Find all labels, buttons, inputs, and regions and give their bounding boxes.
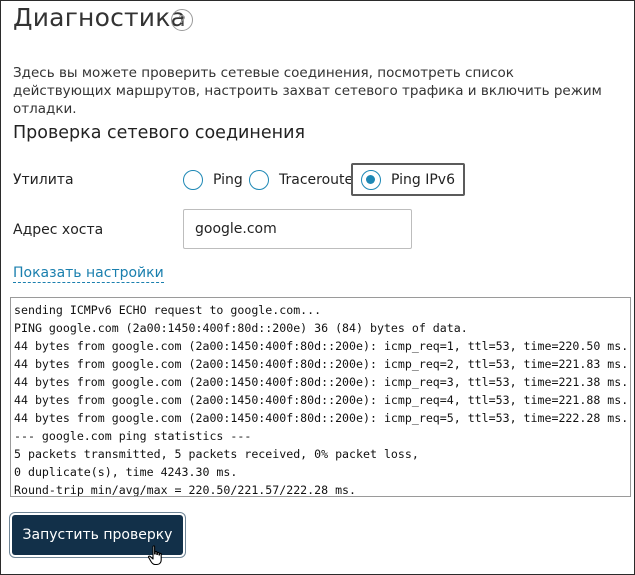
hand-pointer-icon [147,545,162,566]
radio-checked-icon[interactable] [361,169,381,190]
help-icon[interactable]: ? [171,9,193,31]
output-line: sending ICMPv6 ECHO request to google.co… [14,303,322,317]
utility-label: Утилита [13,172,74,188]
radio-traceroute-label: Traceroute [279,172,354,188]
radio-circle-icon[interactable] [249,170,269,190]
output-line: 44 bytes from google.com (2a00:1450:400f… [14,375,629,390]
radio-ping-ipv6-label: Ping IPv6 [391,171,455,188]
output-line: 5 packets transmitted, 5 packets receive… [14,447,419,462]
page-title: Диагностика [13,3,187,32]
output-line: --- google.com ping statistics --- [14,429,252,444]
radio-traceroute[interactable]: Traceroute [249,165,353,195]
output-line: PING google.com (2a00:1450:400f:80d::200… [14,321,468,336]
page-description: Здесь вы можете проверить сетевые соедин… [13,65,602,117]
output-line: 44 bytes from google.com (2a00:1450:400f… [14,411,629,426]
host-input[interactable] [183,209,412,249]
radio-ping-ipv6[interactable]: Ping IPv6 [351,163,465,196]
radio-ping[interactable]: Ping [183,165,243,195]
output-line: 0 duplicate(s), time 4243.30 ms. [14,465,238,480]
host-label: Адрес хоста [13,222,104,238]
section-title: Проверка сетевого соединения [13,123,305,143]
radio-circle-icon[interactable] [183,170,203,190]
output-line: 44 bytes from google.com (2a00:1450:400f… [14,393,629,408]
output-line: Round-trip min/avg/max = 220.50/221.57/2… [14,483,357,497]
output-line: 44 bytes from google.com (2a00:1450:400f… [14,357,629,372]
show-settings-link[interactable]: Показать настройки [13,265,164,283]
output-line: 44 bytes from google.com (2a00:1450:400f… [14,339,629,354]
diagnostic-output[interactable]: sending ICMPv6 ECHO request to google.co… [10,297,631,497]
radio-ping-label: Ping [213,172,243,188]
